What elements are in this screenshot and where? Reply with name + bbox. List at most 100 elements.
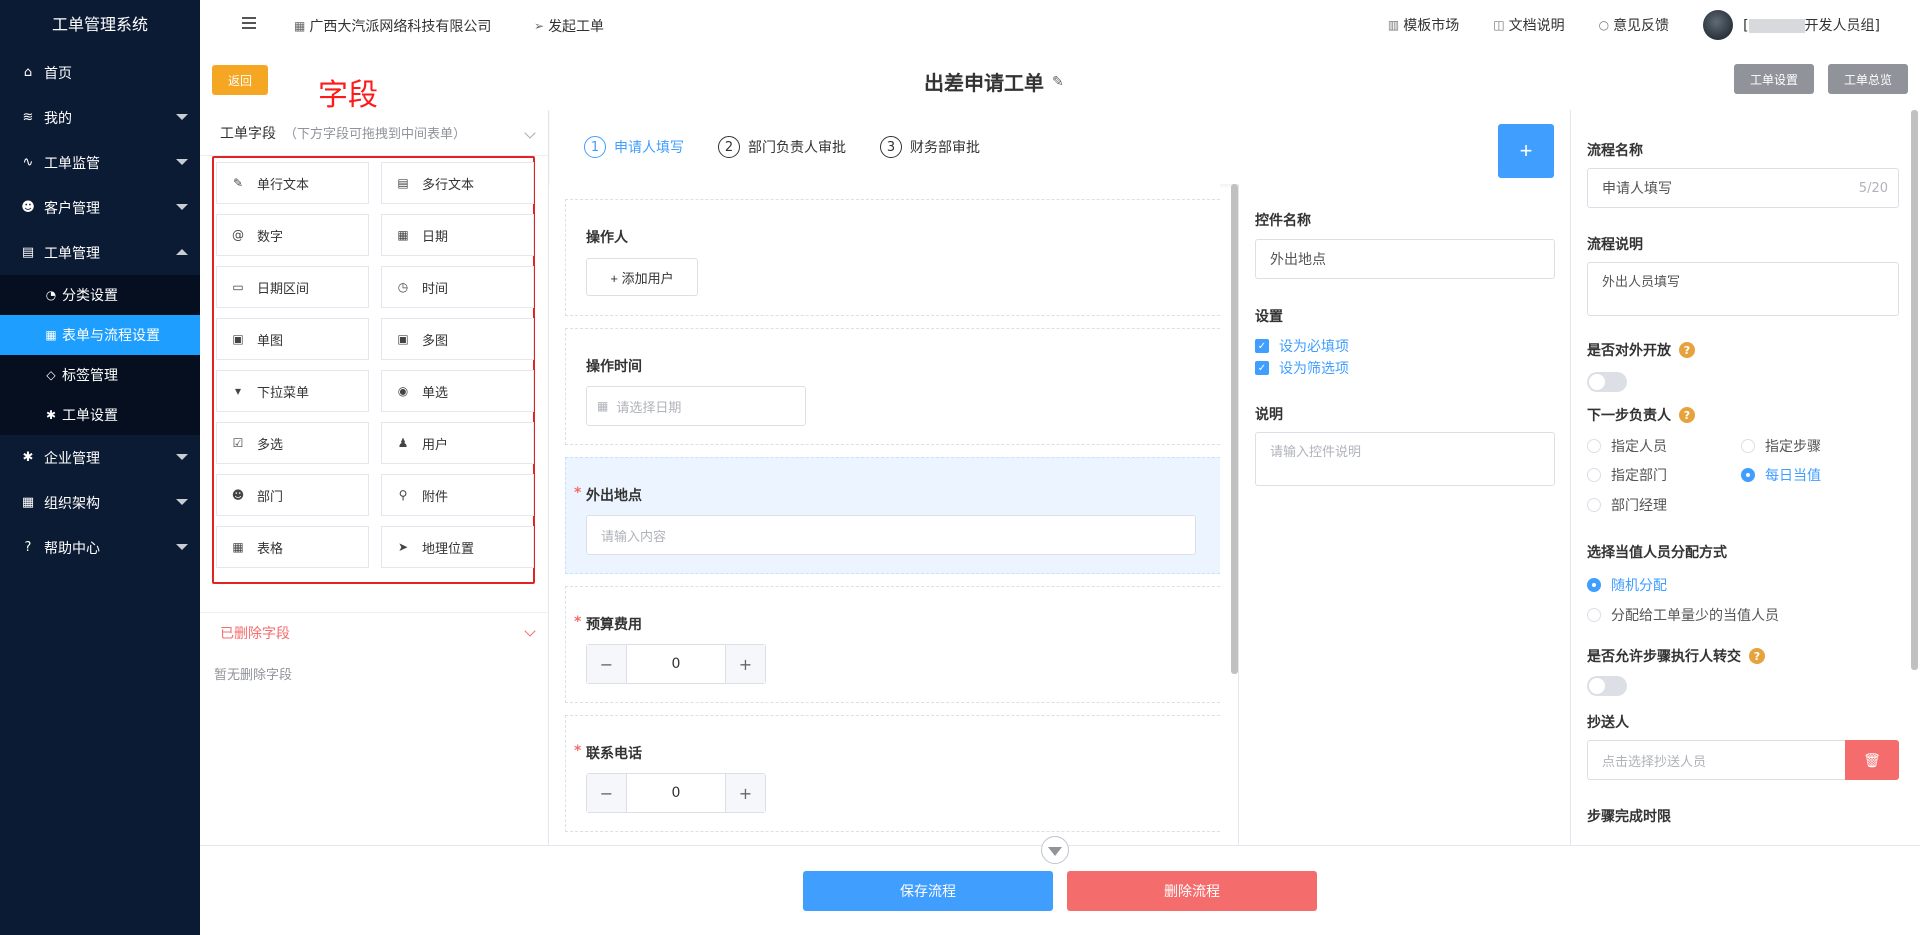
radio-specified-person[interactable]: 指定人员 xyxy=(1587,436,1667,456)
feedback-link[interactable]: ○ 意见反馈 xyxy=(1599,15,1669,35)
sidebar-item-monitor[interactable]: ∿ 工单监管 xyxy=(0,140,200,185)
filter-checkbox[interactable]: ✓ 设为筛选项 xyxy=(1255,358,1349,378)
avatar[interactable] xyxy=(1703,10,1734,40)
field-department[interactable]: ☻ 部门 xyxy=(216,474,369,516)
field-radio[interactable]: ◉ 单选 xyxy=(381,370,534,412)
minus-icon[interactable]: − xyxy=(587,645,627,683)
step-2[interactable]: 2 部门负责人审批 xyxy=(718,136,846,158)
fields-panel-header[interactable]: 工单字段 （下方字段可拖拽到中间表单） xyxy=(200,110,548,156)
template-market-link[interactable]: ▥ 模板市场 xyxy=(1388,15,1459,35)
radio-dept-manager[interactable]: 部门经理 xyxy=(1587,495,1667,515)
cc-input[interactable]: 点击选择抄送人员 xyxy=(1587,740,1845,780)
user-name[interactable]: [开发人员组] xyxy=(1743,15,1880,35)
form-item-location[interactable]: * 外出地点 请输入内容 xyxy=(565,457,1220,574)
stepper-value[interactable]: 0 xyxy=(627,774,725,812)
field-attachment[interactable]: ⚲ 附件 xyxy=(381,474,534,516)
budget-stepper[interactable]: − 0 + xyxy=(586,644,766,684)
date-picker[interactable]: ▦ 请选择日期 xyxy=(586,386,806,426)
field-checkbox[interactable]: ☑ 多选 xyxy=(216,422,369,464)
back-button[interactable]: 返回 xyxy=(212,65,268,95)
stepper-value[interactable]: 0 xyxy=(627,645,725,683)
sidebar-item-label: 我的 xyxy=(44,110,72,127)
page-title-text: 出差申请工单 xyxy=(924,71,1044,95)
control-desc-textarea[interactable]: 请输入控件说明 xyxy=(1255,432,1555,486)
help-icon[interactable]: ? xyxy=(1679,407,1695,423)
check-icon: ✓ xyxy=(1255,339,1269,353)
form-item-budget[interactable]: * 预算费用 − 0 + xyxy=(565,586,1220,703)
field-user[interactable]: ♟ 用户 xyxy=(381,422,534,464)
field-date[interactable]: ▦ 日期 xyxy=(381,214,534,256)
plus-icon[interactable]: + xyxy=(725,774,765,812)
allow-transfer-toggle[interactable] xyxy=(1587,676,1627,696)
add-step-button[interactable]: + xyxy=(1498,124,1554,178)
field-label: 多行文本 xyxy=(422,177,475,193)
step-1[interactable]: 1 申请人填写 xyxy=(584,136,684,158)
open-external-toggle[interactable] xyxy=(1587,372,1627,392)
company-switcher[interactable]: ▦ 广西大汽派网络科技有限公司 xyxy=(294,16,491,36)
help-icon[interactable]: ? xyxy=(1749,648,1765,664)
clipboard-icon: ▤ xyxy=(21,245,35,260)
sidebar-item-customers[interactable]: ☻ 客户管理 xyxy=(0,185,200,230)
gear-icon: ✱ xyxy=(22,450,34,465)
control-name-input[interactable]: 外出地点 xyxy=(1255,239,1555,279)
field-time[interactable]: ◷ 时间 xyxy=(381,266,534,308)
save-flow-button[interactable]: 保存流程 xyxy=(803,871,1053,911)
required-checkbox[interactable]: ✓ 设为必填项 xyxy=(1255,336,1349,356)
sidebar-item-enterprise[interactable]: ✱ 企业管理 xyxy=(0,435,200,480)
form-item-op-time[interactable]: 操作时间 ▦ 请选择日期 xyxy=(565,328,1220,445)
menu-toggle-icon[interactable] xyxy=(242,17,256,32)
cc-delete-button[interactable]: 🗑 xyxy=(1845,740,1899,780)
sidebar-item-org[interactable]: ▦ 组织架构 xyxy=(0,480,200,525)
sidebar-subitem-category[interactable]: ◔ 分类设置 xyxy=(0,275,200,315)
sidebar-item-home[interactable]: ⌂ 首页 xyxy=(0,50,200,95)
field-single-text[interactable]: ✎ 单行文本 xyxy=(216,162,369,204)
radio-daily-duty[interactable]: 每日当值 xyxy=(1741,465,1821,485)
control-desc-label: 说明 xyxy=(1255,407,1283,423)
chevron-down-icon xyxy=(176,454,188,460)
form-item-phone[interactable]: * 联系电话 − 0 + xyxy=(565,715,1220,832)
sidebar-subitem-tags[interactable]: ◇ 标签管理 xyxy=(0,355,200,395)
field-table[interactable]: ▦ 表格 xyxy=(216,526,369,568)
launch-workorder-link[interactable]: ➢ 发起工单 xyxy=(534,16,604,36)
collapse-toggle[interactable] xyxy=(1041,836,1069,864)
location-input[interactable]: 请输入内容 xyxy=(586,515,1196,555)
docs-link[interactable]: ◫ 文档说明 xyxy=(1493,15,1564,35)
sidebar-subitem-form-flow[interactable]: ▦ 表单与流程设置 xyxy=(0,315,200,355)
workorder-overview-button[interactable]: 工单总览 xyxy=(1828,64,1908,94)
radio-random-assign[interactable]: 随机分配 xyxy=(1587,575,1667,595)
step-3[interactable]: 3 财务部审批 xyxy=(880,136,980,158)
field-number[interactable]: @ 数字 xyxy=(216,214,369,256)
sidebar-item-label: 帮助中心 xyxy=(44,540,100,557)
phone-stepper[interactable]: − 0 + xyxy=(586,773,766,813)
form-item-operator[interactable]: 操作人 + 添加用户 xyxy=(565,199,1220,316)
clock-icon: ◷ xyxy=(397,280,409,294)
flow-name-input[interactable]: 申请人填写 5/20 xyxy=(1587,168,1899,208)
sidebar-subitem-wo-settings[interactable]: ✱ 工单设置 xyxy=(0,395,200,435)
flow-desc-textarea[interactable]: 外出人员填写 xyxy=(1587,262,1899,316)
flow-panel-scrollbar[interactable] xyxy=(1911,110,1918,670)
help-icon[interactable]: ? xyxy=(1679,342,1695,358)
sidebar-item-workorders[interactable]: ▤ 工单管理 xyxy=(0,230,200,275)
canvas-scrollbar[interactable] xyxy=(1231,184,1238,674)
field-dropdown[interactable]: ▾ 下拉菜单 xyxy=(216,370,369,412)
radio-specified-dept[interactable]: 指定部门 xyxy=(1587,465,1667,485)
deleted-fields-header[interactable]: 已删除字段 xyxy=(200,612,548,652)
sidebar: 工单管理系统 ⌂ 首页 ≋ 我的 ∿ 工单监管 ☻ 客户管理 ▤ 工单管理 ◔ … xyxy=(0,0,200,935)
sidebar-item-help[interactable]: ? 帮助中心 xyxy=(0,525,200,570)
form-item-label: 操作人 xyxy=(586,230,628,246)
sidebar-item-mine[interactable]: ≋ 我的 xyxy=(0,95,200,140)
add-user-button[interactable]: + 添加用户 xyxy=(586,258,698,296)
field-date-range[interactable]: ▭ 日期区间 xyxy=(216,266,369,308)
field-multi-image[interactable]: ▣ 多图 xyxy=(381,318,534,360)
field-multi-text[interactable]: ▤ 多行文本 xyxy=(381,162,534,204)
radio-icon: ◉ xyxy=(397,384,409,398)
field-location[interactable]: ➤ 地理位置 xyxy=(381,526,534,568)
field-single-image[interactable]: ▣ 单图 xyxy=(216,318,369,360)
workorder-settings-button[interactable]: 工单设置 xyxy=(1734,64,1814,94)
minus-icon[interactable]: − xyxy=(587,774,627,812)
delete-flow-button[interactable]: 删除流程 xyxy=(1067,871,1317,911)
plus-icon[interactable]: + xyxy=(725,645,765,683)
radio-least-load-assign[interactable]: 分配给工单量少的当值人员 xyxy=(1587,605,1779,625)
edit-icon[interactable]: ✎ xyxy=(1052,74,1064,90)
radio-specified-step[interactable]: 指定步骤 xyxy=(1741,436,1821,456)
